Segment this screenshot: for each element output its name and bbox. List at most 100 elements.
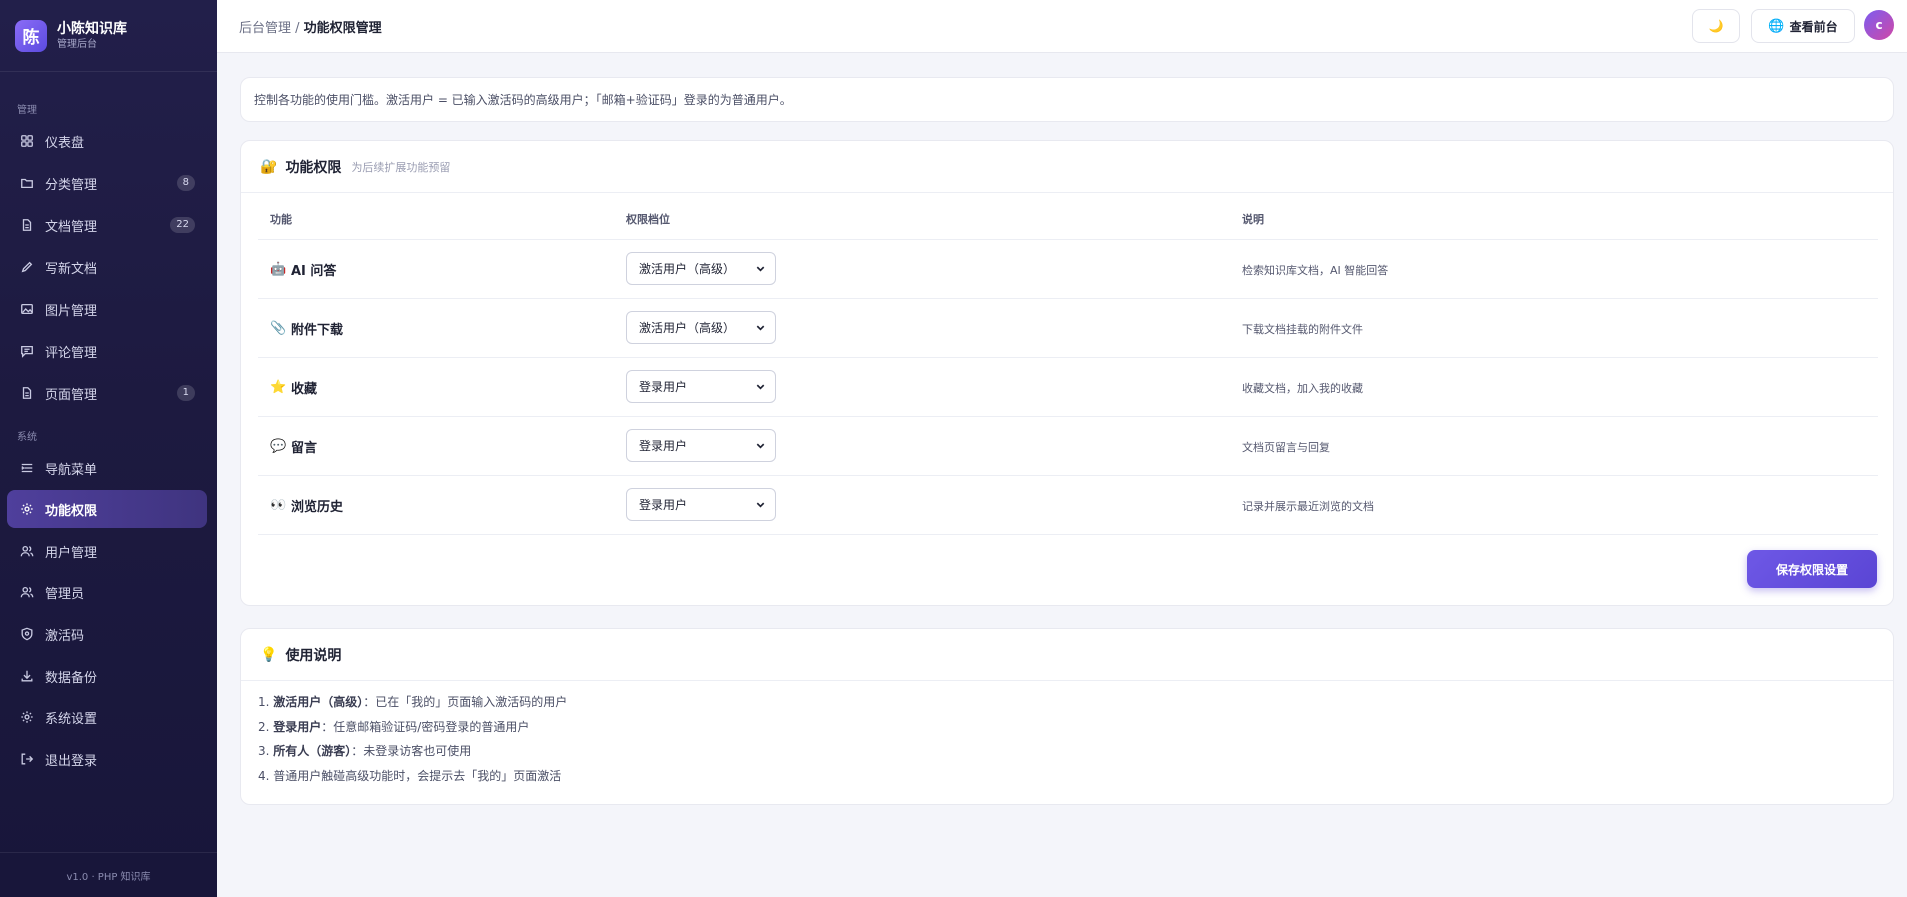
- sidebar-item-label: 导航菜单: [45, 462, 98, 478]
- count-badge: 22: [170, 217, 195, 233]
- feature-name: 📎 附件下载: [270, 319, 343, 338]
- sidebar-item-documents[interactable]: 文档管理 22: [7, 206, 207, 244]
- count-badge: 8: [176, 175, 195, 191]
- permission-level-select[interactable]: 登录用户: [626, 429, 776, 462]
- sidebar-item-admins[interactable]: 管理员: [7, 573, 207, 611]
- sidebar-item-images[interactable]: 图片管理: [7, 290, 207, 328]
- sidebar-item-label: 文档管理: [45, 219, 98, 235]
- sidebar-item-users[interactable]: 用户管理: [7, 532, 207, 570]
- list-item: 2. 登录用户：任意邮箱验证码/密码登录的普通用户: [258, 715, 1893, 740]
- feature-description: 下载文档挂载的附件文件: [1242, 323, 1363, 336]
- sidebar-item-categories[interactable]: 分类管理 8: [7, 164, 207, 202]
- sidebar-item-label: 仪表盘: [45, 135, 85, 151]
- feature-label: 附件下载: [291, 323, 344, 338]
- nav-menu-icon: [20, 461, 34, 475]
- sidebar-item-dashboard[interactable]: 仪表盘: [7, 122, 207, 160]
- comment-icon: [20, 344, 34, 358]
- theme-toggle-button[interactable]: 🌙: [1692, 9, 1740, 43]
- moon-icon: 🌙: [1708, 19, 1724, 33]
- view-frontend-button[interactable]: 🌐 查看前台: [1751, 9, 1855, 43]
- table-row: 👀 浏览历史 登录用户 记录并展示最近浏览的文档: [258, 476, 1878, 535]
- sidebar-item-nav-menu[interactable]: 导航菜单: [7, 449, 207, 487]
- usage-title: 使用说明: [285, 647, 342, 664]
- sidebar-item-label: 写新文档: [45, 261, 98, 277]
- sidebar-item-label: 数据备份: [45, 670, 98, 686]
- download-icon: [20, 669, 34, 683]
- permissions-card-header: 🔐 功能权限 为后续扩展功能预留: [241, 141, 1893, 193]
- intro-text: 控制各功能的使用门槛。激活用户 = 已输入激活码的高级用户；「邮箱+验证码」登录…: [254, 93, 792, 107]
- brand-logo: 陈: [15, 19, 47, 52]
- brand-title: 小陈知识库: [57, 20, 127, 37]
- feature-name: ⭐ 收藏: [270, 378, 317, 397]
- admin-icon: [20, 585, 34, 599]
- folder-icon: [20, 176, 34, 190]
- sidebar-footer: v1.0 · PHP 知识库: [0, 852, 217, 897]
- permissions-card: 🔐 功能权限 为后续扩展功能预留 功能 权限档位 说明 🤖 AI 问答 激活用户（…: [240, 140, 1894, 606]
- page-icon: [20, 386, 34, 400]
- usage-card-header: 💡 使用说明: [241, 629, 1893, 681]
- lightbulb-icon: 💡: [260, 646, 278, 663]
- usage-list: 1. 激活用户（高级）：已在「我的」页面输入激活码的用户 2. 登录用户：任意邮…: [241, 681, 1893, 788]
- permission-level-select[interactable]: 激活用户（高级）: [626, 311, 776, 344]
- sidebar-item-settings[interactable]: 系统设置: [7, 698, 207, 736]
- shield-icon: [20, 627, 34, 641]
- count-badge: 1: [176, 385, 195, 401]
- permission-level-select[interactable]: 激活用户（高级）: [626, 252, 776, 285]
- breadcrumb-root[interactable]: 后台管理: [239, 21, 291, 36]
- sidebar-item-label: 激活码: [45, 628, 85, 644]
- brand[interactable]: 陈 小陈知识库 管理后台: [0, 0, 217, 72]
- sidebar-item-write-doc[interactable]: 写新文档: [7, 248, 207, 286]
- sidebar-item-logout[interactable]: 退出登录: [7, 740, 207, 778]
- list-item: 3. 所有人（游客）：未登录访客也可使用: [258, 739, 1893, 764]
- permissions-subtitle: 为后续扩展功能预留: [351, 160, 451, 174]
- feature-name: 👀 浏览历史: [270, 496, 343, 515]
- sidebar-item-permissions[interactable]: 功能权限: [7, 490, 207, 528]
- sidebar-item-label: 退出登录: [45, 753, 98, 769]
- selected-value: 激活用户（高级）: [639, 321, 736, 335]
- item-number: 1.: [258, 695, 274, 709]
- gear-icon: [20, 502, 34, 516]
- permission-level-select[interactable]: 登录用户: [626, 488, 776, 521]
- item-term: 所有人（游客）: [273, 744, 352, 758]
- image-icon: [20, 302, 34, 316]
- header-feature: 功能: [270, 213, 292, 226]
- list-item: 1. 激活用户（高级）：已在「我的」页面输入激活码的用户: [258, 690, 1893, 715]
- globe-icon: 🌐: [1768, 18, 1785, 34]
- table-row: 💬 留言 登录用户 文档页留言与回复: [258, 417, 1878, 476]
- item-text: ：已在「我的」页面输入激活码的用户: [363, 695, 568, 709]
- users-icon: [20, 544, 34, 558]
- feature-description: 记录并展示最近浏览的文档: [1242, 500, 1374, 513]
- sidebar-item-label: 页面管理: [45, 387, 98, 403]
- sidebar-item-label: 用户管理: [45, 545, 98, 561]
- permissions-title: 功能权限: [285, 159, 342, 176]
- paperclip-icon: 📎: [270, 321, 287, 336]
- topbar: 后台管理 / 功能权限管理 🌙 🌐 查看前台 c: [217, 0, 1907, 53]
- sidebar-item-pages[interactable]: 页面管理 1: [7, 374, 207, 412]
- permission-level-select[interactable]: 登录用户: [626, 370, 776, 403]
- sidebar-item-activation-codes[interactable]: 激活码: [7, 615, 207, 653]
- item-number: 2.: [258, 719, 274, 734]
- sidebar-item-label: 分类管理: [45, 177, 98, 193]
- nav-group-label-manage: 管理: [17, 105, 37, 116]
- grid-icon: [20, 134, 34, 148]
- item-text: ：未登录访客也可使用: [351, 744, 472, 758]
- sidebar-item-comments[interactable]: 评论管理: [7, 332, 207, 370]
- item-term: 激活用户（高级）: [273, 695, 364, 709]
- selected-value: 登录用户: [639, 380, 688, 394]
- avatar[interactable]: c: [1864, 10, 1894, 40]
- save-permissions-button[interactable]: 保存权限设置: [1747, 550, 1877, 588]
- chevron-down-icon: [756, 325, 765, 331]
- table-row: ⭐ 收藏 登录用户 收藏文档，加入我的收藏: [258, 358, 1878, 417]
- feature-label: 留言: [291, 441, 318, 456]
- sidebar-item-label: 系统设置: [45, 711, 98, 727]
- breadcrumb-separator: /: [291, 21, 304, 36]
- sidebar-item-label: 管理员: [45, 586, 85, 602]
- feature-label: 浏览历史: [291, 500, 344, 515]
- table-header: 功能 权限档位 说明: [258, 194, 1878, 240]
- item-text: 普通用户触碰高级功能时，会提示去「我的」页面激活: [273, 768, 562, 783]
- sidebar-item-backup[interactable]: 数据备份: [7, 657, 207, 695]
- brand-subtitle: 管理后台: [57, 38, 97, 50]
- list-item: 4. 普通用户触碰高级功能时，会提示去「我的」页面激活: [258, 764, 1893, 789]
- sidebar-item-label: 功能权限: [45, 503, 98, 519]
- robot-icon: 🤖: [270, 262, 287, 277]
